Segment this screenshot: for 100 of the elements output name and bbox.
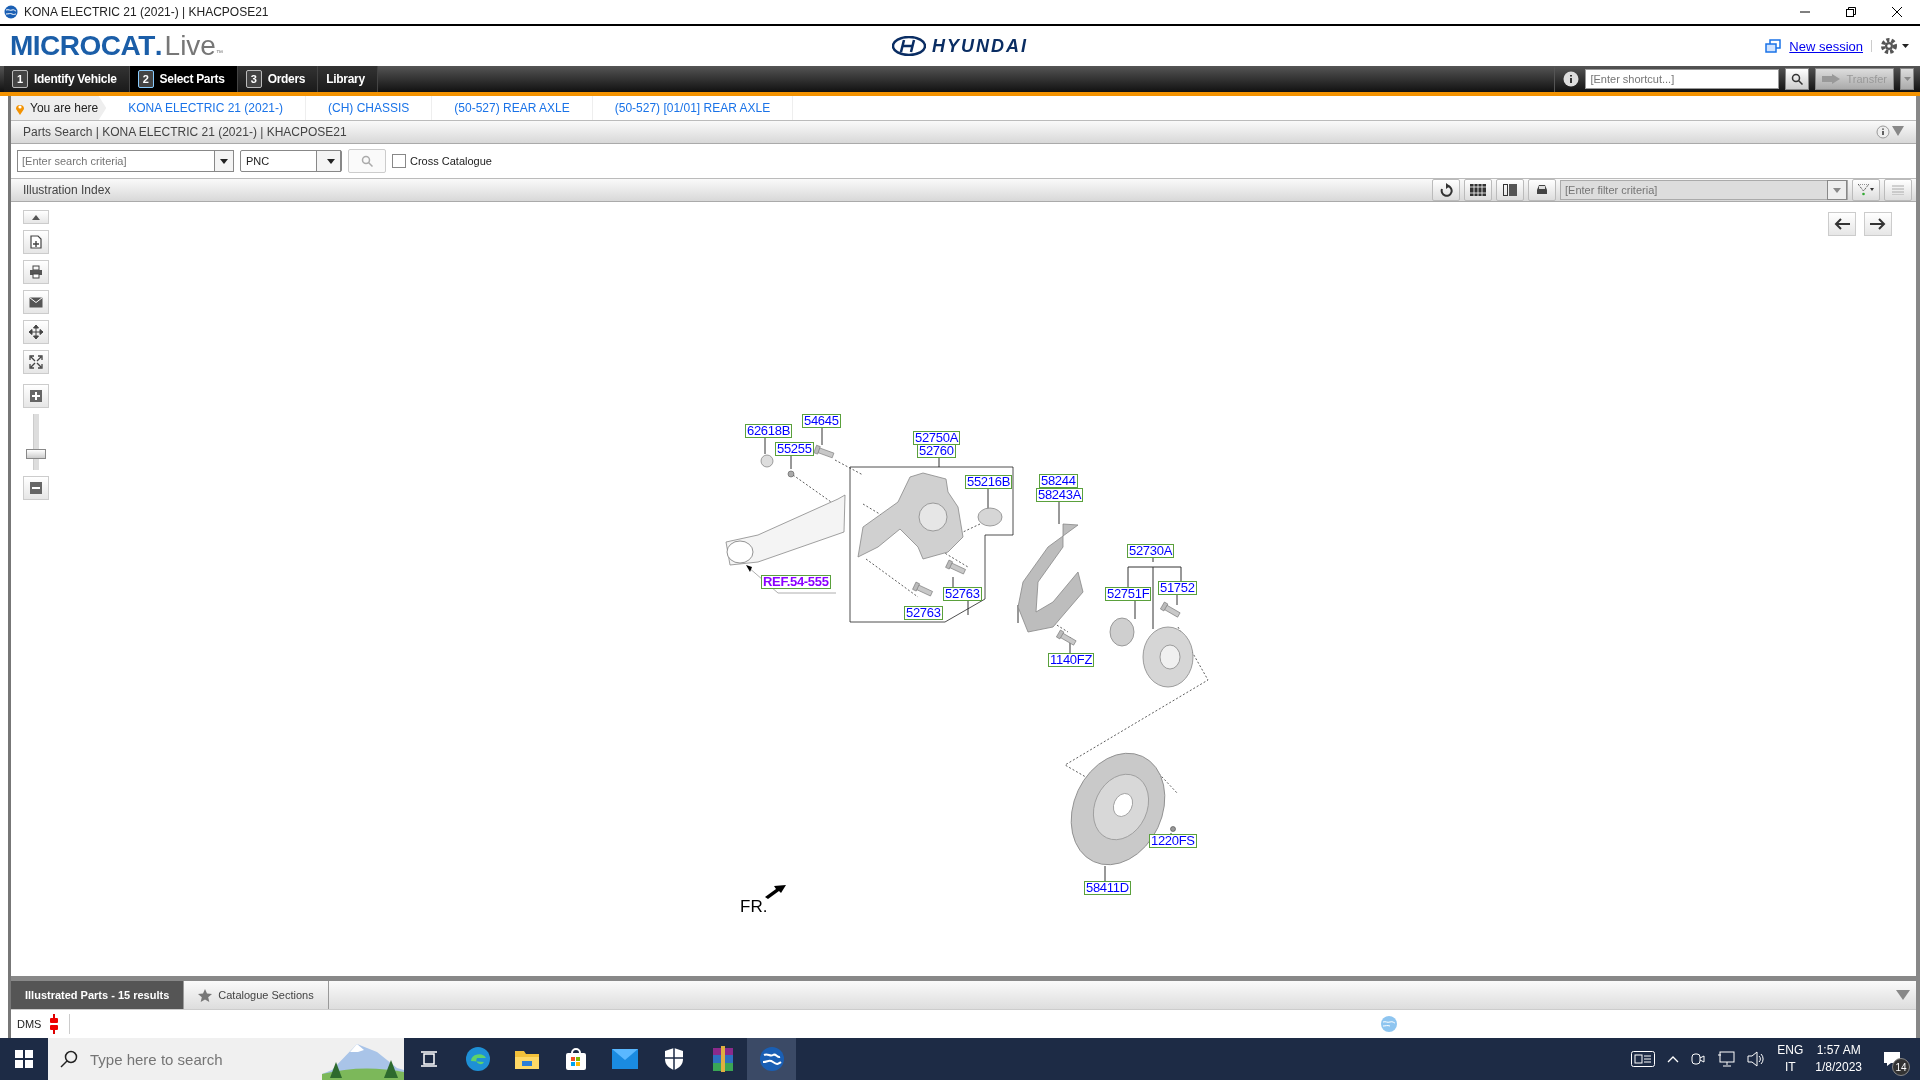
bottom-tab[interactable]: Illustrated Parts - 15 results <box>11 981 185 1009</box>
search-button[interactable] <box>1785 68 1810 90</box>
filter-field[interactable]: [Enter filter criteria] <box>1561 184 1809 196</box>
network-icon[interactable] <box>1717 1051 1736 1067</box>
back-button[interactable] <box>1828 212 1856 236</box>
new-window-icon <box>1765 39 1782 53</box>
split-view-button[interactable] <box>1496 179 1524 201</box>
grid-icon <box>1470 184 1486 196</box>
refresh-icon <box>1439 183 1453 197</box>
panel-title: Illustration Index <box>23 183 111 197</box>
bolt-drawing <box>813 444 835 459</box>
scroll-up-button[interactable] <box>23 210 49 224</box>
zoom-out-button[interactable] <box>23 476 49 500</box>
language-label[interactable]: ENG <box>1777 1042 1804 1059</box>
close-icon <box>1892 7 1902 17</box>
nut-drawing <box>787 470 795 478</box>
zoom-in-button[interactable] <box>23 384 49 408</box>
part-callout[interactable]: 62618B <box>745 424 793 438</box>
screw-drawing <box>1170 826 1176 832</box>
refresh-button[interactable] <box>1432 179 1460 201</box>
arrow-right-icon <box>1870 218 1886 230</box>
part-callout[interactable]: 55255 <box>775 442 814 456</box>
collapse-icon[interactable] <box>1892 125 1904 137</box>
shield-icon <box>663 1047 684 1071</box>
settings-icon[interactable] <box>1880 37 1910 55</box>
part-callout[interactable]: 58411D <box>1084 881 1131 895</box>
info-icon[interactable] <box>1563 71 1580 87</box>
collapse-icon[interactable] <box>1896 989 1910 1001</box>
region-label[interactable]: IT <box>1784 1059 1796 1076</box>
checkbox[interactable] <box>392 154 406 168</box>
dropdown-button[interactable] <box>214 150 234 172</box>
windows-logo-icon <box>15 1050 33 1068</box>
part-callout[interactable]: 52751F <box>1105 587 1152 601</box>
search-mode-dropdown[interactable]: PNC <box>240 150 342 172</box>
shortcut-field[interactable]: [Enter shortcut...] <box>1585 69 1780 89</box>
part-callout[interactable]: 52763 <box>904 606 943 620</box>
volume-icon[interactable] <box>1747 1051 1766 1067</box>
globe-icon <box>1380 1015 1399 1033</box>
add-page-button[interactable] <box>23 230 49 254</box>
mail-icon <box>611 1049 638 1069</box>
nav-tab[interactable]: 2 Select Parts <box>129 66 238 92</box>
connection-icon <box>49 1014 60 1034</box>
restore-icon <box>1846 7 1856 17</box>
part-callout[interactable]: 1220FS <box>1149 834 1197 848</box>
part-callout[interactable]: 58244 <box>1039 474 1078 488</box>
notification-button[interactable]: 14 <box>1874 1042 1910 1076</box>
part-callout[interactable]: 1140FZ <box>1048 653 1095 667</box>
taskbar-search-box[interactable]: Type here to search <box>48 1038 404 1080</box>
arrow-icon <box>1822 74 1841 84</box>
direction-arrow-icon <box>765 885 786 899</box>
news-icon[interactable] <box>1631 1051 1656 1067</box>
filter-button[interactable] <box>1852 179 1880 201</box>
brand-emblem-icon <box>892 36 926 56</box>
search-icon <box>60 1050 78 1068</box>
part-callout[interactable]: 52750A <box>913 431 961 445</box>
grid-view-button[interactable] <box>1464 179 1492 201</box>
direction-label: FR. <box>740 897 768 917</box>
taskbar-search-field[interactable]: Type here to search <box>90 1038 310 1080</box>
wheel-hub-drawing <box>1142 626 1194 688</box>
print-button[interactable] <box>23 260 49 284</box>
split-view-icon <box>1503 184 1517 196</box>
new-session-link[interactable]: New session <box>1789 38 1863 54</box>
search-icon <box>1791 73 1804 85</box>
fit-screen-icon <box>29 355 43 369</box>
nav-tab[interactable]: Library <box>318 66 378 92</box>
nav-tab[interactable]: 1 Identify Vehicle <box>4 66 130 92</box>
search-icon <box>361 155 373 167</box>
part-callout[interactable]: 54645 <box>802 414 841 428</box>
clock-date[interactable]: 1/8/2023 <box>1815 1059 1862 1076</box>
caret-icon <box>327 158 335 164</box>
part-callout[interactable]: 52730A <box>1127 544 1175 558</box>
vehicle-button[interactable] <box>1528 179 1556 201</box>
part-callout[interactable]: 55216B <box>965 475 1013 489</box>
pan-button[interactable] <box>23 320 49 344</box>
caret-icon <box>32 214 40 220</box>
part-callout[interactable]: 52760 <box>917 444 956 458</box>
list-icon <box>1892 185 1904 195</box>
part-callout[interactable]: 52763 <box>943 587 982 601</box>
globe-icon <box>758 1046 785 1072</box>
fit-screen-button[interactable] <box>23 350 49 374</box>
forward-button[interactable] <box>1864 212 1892 236</box>
email-button[interactable] <box>23 290 49 314</box>
bolt-drawing <box>1160 601 1181 618</box>
slider-thumb[interactable] <box>26 448 46 459</box>
archive-icon <box>710 1046 735 1072</box>
nav-tab[interactable]: 3 Orders <box>237 66 319 92</box>
taskbar-app-button[interactable] <box>747 1038 796 1080</box>
filter-icon <box>1858 184 1874 196</box>
camera-icon[interactable] <box>1691 1051 1706 1067</box>
caret-icon[interactable] <box>1667 1055 1680 1063</box>
info-icon[interactable] <box>1876 125 1890 139</box>
window-title: KONA ELECTRIC 21 (2021-) | KHACPOSE21 <box>24 5 269 19</box>
edge-icon <box>464 1046 491 1072</box>
reference-label[interactable]: REF.54-555 <box>761 575 831 589</box>
transfer-dropdown[interactable] <box>1900 68 1914 90</box>
filter-combo-box[interactable]: [Enter filter criteria] <box>1560 180 1848 200</box>
part-callout[interactable]: 58243A <box>1036 488 1084 502</box>
search-field[interactable]: [Enter search criteria] <box>17 150 214 172</box>
part-callout[interactable]: 51752 <box>1158 581 1197 595</box>
clock-time[interactable]: 1:57 AM <box>1816 1042 1861 1059</box>
